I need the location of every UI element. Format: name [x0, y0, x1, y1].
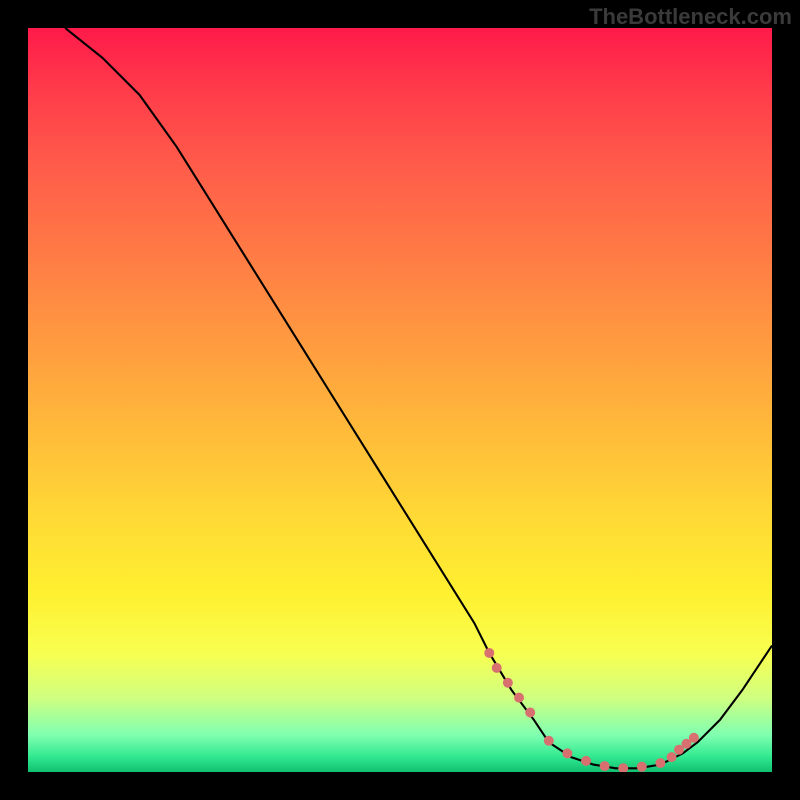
- highlight-dot: [503, 678, 513, 688]
- highlight-dot: [544, 736, 554, 746]
- highlight-dots: [484, 648, 699, 772]
- watermark-text: TheBottleneck.com: [589, 4, 792, 30]
- highlight-dot: [667, 752, 677, 762]
- bottleneck-curve: [65, 28, 772, 768]
- highlight-dot: [484, 648, 494, 658]
- highlight-dot: [562, 748, 572, 758]
- chart-svg: [28, 28, 772, 772]
- highlight-dot: [655, 758, 665, 768]
- highlight-dot: [581, 756, 591, 766]
- highlight-dot: [492, 663, 502, 673]
- highlight-dot: [525, 707, 535, 717]
- plot-area: [28, 28, 772, 772]
- highlight-dot: [600, 761, 610, 771]
- highlight-dot: [618, 763, 628, 772]
- highlight-dot: [689, 733, 699, 743]
- highlight-dot: [514, 693, 524, 703]
- highlight-dot: [637, 762, 647, 772]
